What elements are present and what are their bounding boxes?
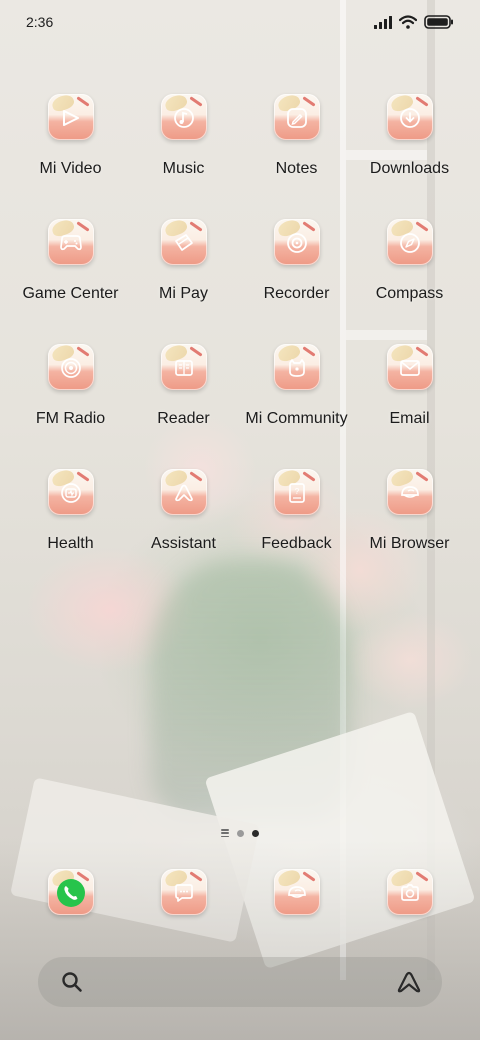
- app-label: Feedback: [261, 535, 332, 552]
- music-note-icon: [172, 106, 196, 130]
- dock-app-phone[interactable]: [14, 869, 127, 915]
- pencil-icon: [285, 106, 309, 130]
- assistant-logo-icon[interactable]: [396, 970, 422, 994]
- svg-text:?: ?: [294, 487, 299, 496]
- app-email[interactable]: Email: [353, 344, 466, 469]
- community-icon: [285, 356, 309, 380]
- feedback-icon: ?: [285, 481, 309, 505]
- app-notes[interactable]: Notes: [240, 94, 353, 219]
- app-health[interactable]: Health: [14, 469, 127, 594]
- app-drawer-indicator[interactable]: [221, 829, 229, 837]
- gamepad-icon: [59, 231, 83, 255]
- app-label: Mi Video: [39, 160, 102, 177]
- app-label: Notes: [275, 160, 318, 177]
- search-icon[interactable]: [60, 970, 84, 994]
- app-label: Recorder: [263, 285, 330, 302]
- search-bar[interactable]: [38, 957, 442, 1007]
- clock: 2:36: [26, 14, 54, 30]
- app-mi-pay[interactable]: Mi Pay: [127, 219, 240, 344]
- app-icon-tile[interactable]: [386, 469, 433, 515]
- dock-app-messages[interactable]: [127, 869, 240, 915]
- app-icon-tile[interactable]: [47, 469, 94, 515]
- app-compass[interactable]: Compass: [353, 219, 466, 344]
- app-label: Mi Pay: [159, 285, 208, 302]
- app-icon-tile[interactable]: [386, 219, 433, 265]
- compass-icon: [398, 231, 422, 255]
- app-label: Email: [389, 410, 430, 427]
- book-icon: [172, 356, 196, 380]
- app-label: Reader: [157, 410, 210, 427]
- browser-icon: [398, 481, 422, 505]
- app-icon-tile[interactable]: [386, 869, 433, 915]
- download-icon: [398, 106, 422, 130]
- app-label: FM Radio: [35, 410, 106, 427]
- app-music[interactable]: Music: [127, 94, 240, 219]
- app-downloads[interactable]: Downloads: [353, 94, 466, 219]
- app-label: Downloads: [369, 160, 450, 177]
- app-label: Game Center: [22, 285, 119, 302]
- page-dot-active[interactable]: [252, 829, 259, 837]
- dock-app-browser[interactable]: [240, 869, 353, 915]
- app-icon-tile[interactable]: [47, 219, 94, 265]
- app-icon-tile[interactable]: [160, 344, 207, 390]
- app-recorder[interactable]: Recorder: [240, 219, 353, 344]
- app-icon-tile[interactable]: [386, 344, 433, 390]
- app-label: Mi Community: [245, 410, 348, 427]
- app-icon-tile[interactable]: [160, 869, 207, 915]
- chat-bubble-icon: [172, 881, 196, 905]
- app-icon-tile[interactable]: [273, 219, 320, 265]
- radio-icon: [59, 356, 83, 380]
- wifi-icon: [399, 15, 417, 29]
- dock: [14, 869, 466, 915]
- app-label: Compass: [375, 285, 444, 302]
- status-bar: 2:36: [0, 0, 480, 44]
- browser-icon: [285, 881, 309, 905]
- app-icon-tile[interactable]: ?: [273, 469, 320, 515]
- app-grid: Mi Video Music Notes Downloads Game Cent…: [14, 94, 466, 594]
- app-mi-video[interactable]: Mi Video: [14, 94, 127, 219]
- app-icon-tile[interactable]: [47, 94, 94, 140]
- app-reader[interactable]: Reader: [127, 344, 240, 469]
- app-icon-tile[interactable]: [160, 94, 207, 140]
- app-fm-radio[interactable]: FM Radio: [14, 344, 127, 469]
- envelope-icon: [398, 356, 422, 380]
- status-icons: [374, 15, 454, 29]
- app-icon-tile[interactable]: [273, 869, 320, 915]
- app-icon-tile[interactable]: [160, 469, 207, 515]
- dock-app-camera[interactable]: [353, 869, 466, 915]
- app-icon-tile[interactable]: [273, 94, 320, 140]
- app-label: Mi Browser: [369, 535, 450, 552]
- app-label: Music: [162, 160, 205, 177]
- battery-icon: [424, 15, 453, 29]
- app-assistant[interactable]: Assistant: [127, 469, 240, 594]
- record-icon: [285, 231, 309, 255]
- app-game-center[interactable]: Game Center: [14, 219, 127, 344]
- app-label: Health: [47, 535, 94, 552]
- app-icon-tile[interactable]: [160, 219, 207, 265]
- app-label: Assistant: [151, 535, 216, 552]
- phone-icon: [56, 878, 86, 908]
- assistant-icon: [172, 481, 196, 505]
- app-icon-tile[interactable]: [386, 94, 433, 140]
- app-icon-tile[interactable]: [47, 344, 94, 390]
- card-icon: [172, 231, 196, 255]
- page-indicator[interactable]: [0, 829, 480, 837]
- app-feedback[interactable]: ? Feedback: [240, 469, 353, 594]
- app-icon-tile[interactable]: [273, 344, 320, 390]
- signal-icon: [374, 15, 392, 29]
- app-mi-community[interactable]: Mi Community: [240, 344, 353, 469]
- play-icon: [59, 106, 83, 130]
- app-icon-tile[interactable]: [47, 869, 94, 915]
- health-icon: [59, 481, 83, 505]
- camera-icon: [398, 881, 422, 905]
- app-mi-browser[interactable]: Mi Browser: [353, 469, 466, 594]
- page-dot[interactable]: [237, 829, 244, 837]
